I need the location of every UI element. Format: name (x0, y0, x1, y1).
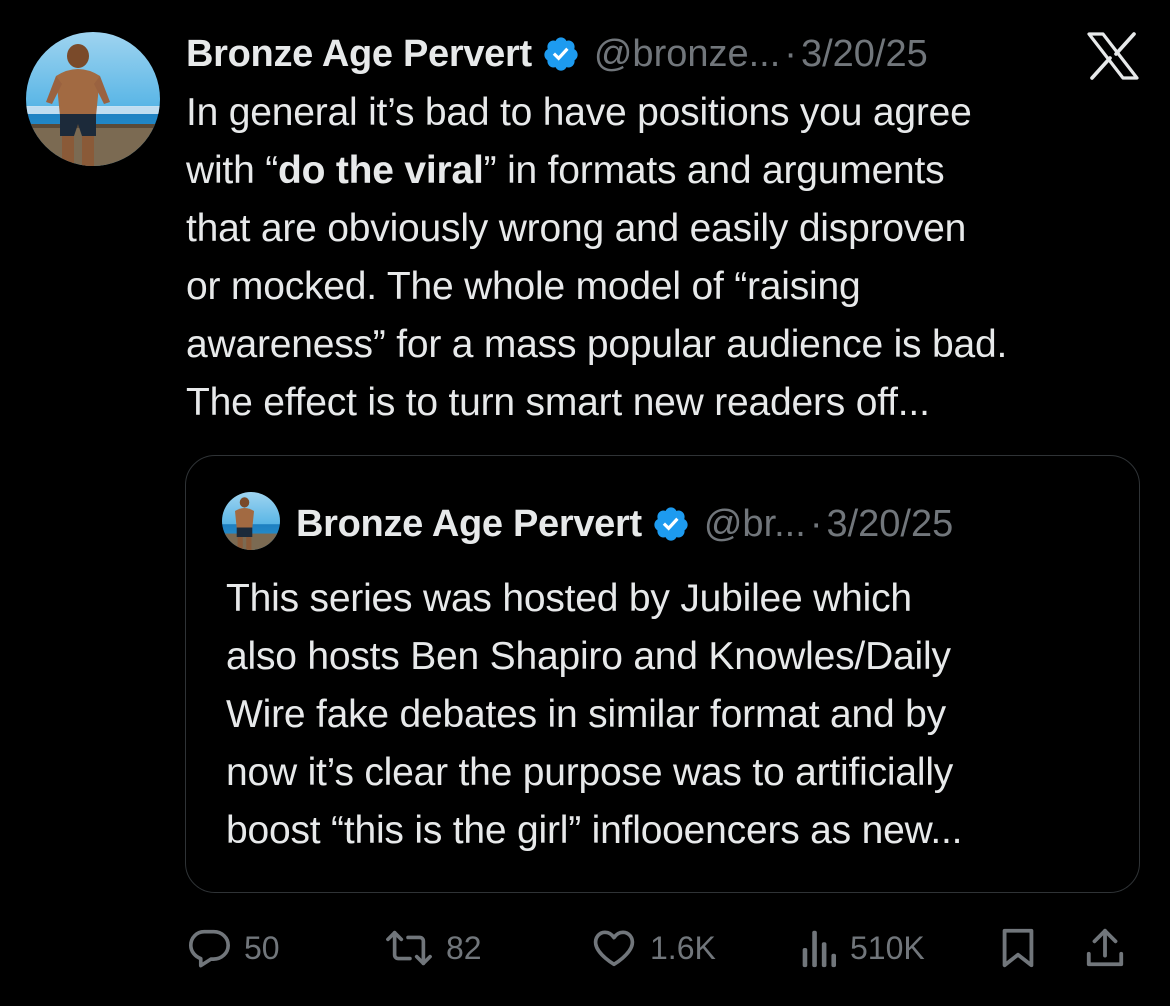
views-count: 510K (850, 929, 925, 966)
quoted-author-display-name[interactable]: Bronze Age Pervert (296, 503, 642, 546)
like-count: 1.6K (650, 929, 716, 966)
tweet-text-fragment: with “ (186, 149, 278, 192)
like-button[interactable]: 1.6K (590, 920, 716, 976)
tweet-date[interactable]: 3/20/25 (801, 33, 928, 76)
tweet-text-bold: do the viral (277, 149, 484, 192)
verified-badge-icon (542, 35, 580, 73)
tweet-text-line: The effect is to turn smart new readers … (186, 381, 930, 424)
bookmark-button[interactable] (998, 920, 1038, 976)
quoted-text-line: now it’s clear the purpose was to artifi… (226, 751, 954, 794)
quoted-tweet-card[interactable]: Bronze Age Pervert @br... · 3/20/25 This… (185, 455, 1140, 893)
quoted-text-line: also hosts Ben Shapiro and Knowles/Daily (226, 635, 951, 678)
separator-dot: · (809, 502, 823, 545)
tweet-text-line: that are obviously wrong and easily disp… (186, 207, 967, 250)
quoted-tweet-header: Bronze Age Pervert @br... · 3/20/25 (296, 496, 953, 552)
retweet-count: 82 (446, 929, 482, 966)
quoted-text-line: Wire fake debates in similar format and … (226, 693, 946, 736)
retweet-button[interactable]: 82 (384, 920, 482, 976)
quoted-text-line: This series was hosted by Jubilee which (226, 577, 912, 620)
quoted-author-handle[interactable]: @br... (704, 503, 806, 546)
retweet-icon (384, 925, 434, 971)
reply-icon (186, 925, 232, 971)
quoted-tweet-date[interactable]: 3/20/25 (826, 503, 953, 546)
verified-badge-icon (652, 505, 690, 543)
tweet-text-fragment: ” in formats and arguments (483, 149, 945, 192)
tweet-header: Bronze Age Pervert @bronze... · 3/20/25 (186, 26, 928, 82)
bookmark-icon (998, 925, 1038, 971)
tweet-text: In general it’s bad to have positions yo… (186, 84, 1161, 432)
views-icon (798, 925, 838, 971)
avatar[interactable] (26, 32, 160, 166)
quoted-avatar[interactable] (222, 492, 280, 550)
quoted-text-line: boost “this is the girl” inflooencers as… (226, 809, 963, 852)
tweet-text-line: In general it’s bad to have positions yo… (186, 91, 972, 134)
share-icon (1084, 925, 1126, 971)
share-button[interactable] (1084, 920, 1126, 976)
tweet-text-line: with “do the viral” in formats and argum… (186, 142, 1161, 200)
x-logo-icon (1086, 32, 1140, 80)
reply-button[interactable]: 50 (186, 920, 280, 976)
author-display-name[interactable]: Bronze Age Pervert (186, 33, 532, 76)
separator-dot: · (784, 32, 797, 75)
like-icon (590, 925, 638, 971)
author-handle[interactable]: @bronze... (594, 33, 780, 76)
tweet-text-line: awareness” for a mass popular audience i… (186, 323, 1008, 366)
tweet[interactable]: Bronze Age Pervert @bronze... · 3/20/25 … (0, 0, 1170, 1006)
action-bar: 50 82 1.6K 510K (186, 920, 1146, 976)
views-button[interactable]: 510K (798, 920, 925, 976)
quoted-tweet-text: This series was hosted by Jubilee which … (226, 570, 1126, 860)
tweet-text-line: or mocked. The whole model of “raising (186, 265, 861, 308)
reply-count: 50 (244, 929, 280, 966)
